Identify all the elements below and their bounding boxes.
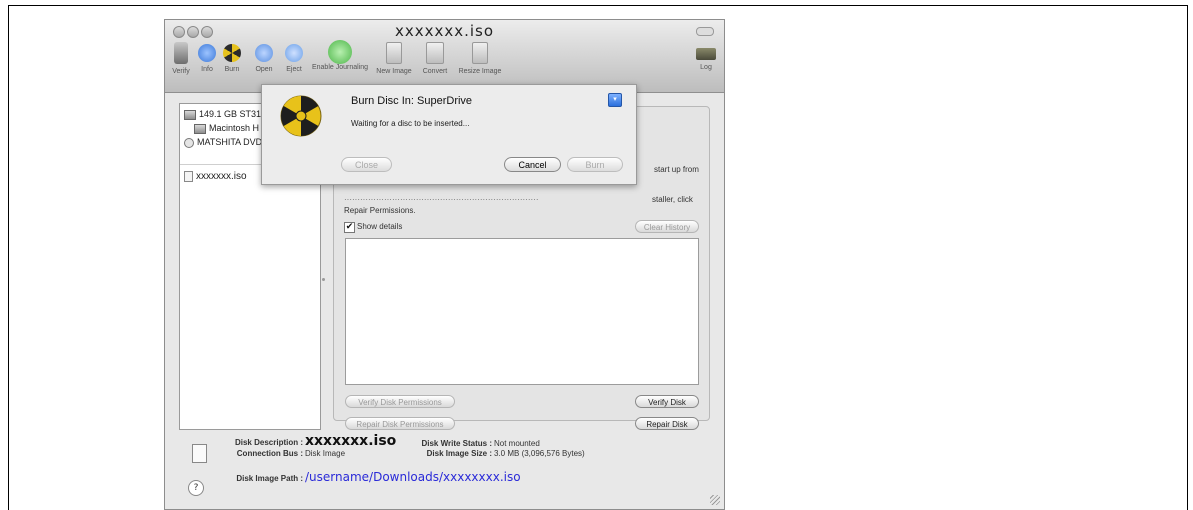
titlebar: xxxxxxx.iso Verify Info Burn Open Eject … bbox=[165, 20, 724, 93]
start-up-text: start up from bbox=[654, 165, 699, 174]
installer-text: staller, click bbox=[652, 195, 693, 204]
window-title: xxxxxxx.iso bbox=[394, 22, 495, 40]
toolbar-open-button[interactable]: Open bbox=[251, 42, 277, 73]
hard-drive-icon bbox=[184, 109, 196, 120]
cancel-button[interactable]: Cancel bbox=[504, 157, 561, 172]
toolbar-convert-button[interactable]: Convert bbox=[417, 42, 453, 75]
disk-write-status-value: Not mounted bbox=[494, 439, 540, 448]
toolbar-eject-button[interactable]: Eject bbox=[281, 42, 307, 73]
disk-info-footer: ? Disk Description : xxxxxxx.iso Connect… bbox=[164, 426, 725, 510]
sidebar-item-macintosh-hd[interactable]: Macintosh H bbox=[194, 123, 259, 134]
convert-icon bbox=[426, 42, 444, 64]
toolbar-log-button[interactable]: Log bbox=[694, 42, 718, 71]
toolbar-info-button[interactable]: Info bbox=[195, 42, 219, 73]
disk-image-path-value: /username/Downloads/xxxxxxxx.iso bbox=[305, 470, 521, 484]
burn-disc-title: Burn Disc In: SuperDrive bbox=[351, 95, 473, 107]
journaling-icon bbox=[328, 40, 352, 64]
disk-image-icon bbox=[184, 171, 193, 182]
disk-write-status-label: Disk Write Status : bbox=[421, 439, 492, 448]
connection-bus-label: Connection Bus : bbox=[236, 449, 303, 458]
close-button[interactable]: Close bbox=[341, 157, 392, 172]
eject-icon bbox=[285, 44, 303, 62]
disk-image-size-value: 3.0 MB (3,096,576 Bytes) bbox=[494, 449, 585, 458]
log-icon bbox=[696, 48, 716, 60]
toolbar-verify-button[interactable]: Verify bbox=[167, 42, 195, 75]
resize-image-icon bbox=[472, 42, 488, 64]
verify-disk-permissions-button[interactable]: Verify Disk Permissions bbox=[345, 395, 455, 408]
show-details-label: Show details bbox=[357, 222, 403, 231]
repair-permissions-text: Repair Permissions. bbox=[344, 206, 416, 215]
connection-bus-value: Disk Image bbox=[305, 449, 346, 458]
toolbar-burn-button[interactable]: Burn bbox=[220, 42, 244, 73]
clear-history-button[interactable]: Clear History bbox=[635, 220, 699, 233]
disk-image-path-label: Disk Image Path : bbox=[236, 474, 303, 483]
burn-hazard-icon bbox=[280, 95, 322, 137]
disk-description-label: Disk Description : bbox=[234, 438, 303, 447]
dvd-drive-icon bbox=[184, 137, 194, 148]
toolbar-resize-image-button[interactable]: Resize Image bbox=[455, 42, 505, 75]
volume-icon bbox=[194, 123, 206, 134]
toolbar-new-image-button[interactable]: New Image bbox=[373, 42, 415, 75]
burn-icon bbox=[223, 44, 241, 62]
toolbar-toggle-button[interactable] bbox=[696, 27, 714, 36]
burn-button[interactable]: Burn bbox=[567, 157, 623, 172]
toolbar-enable-journaling-button[interactable]: Enable Journaling bbox=[311, 40, 369, 71]
sidebar-item-disk-image[interactable]: xxxxxxx.iso bbox=[184, 171, 247, 182]
burn-status-text: Waiting for a disc to be inserted... bbox=[351, 119, 470, 128]
disk-description-value: xxxxxxx.iso bbox=[305, 433, 397, 449]
obscured-text: ········································… bbox=[344, 195, 539, 204]
open-icon bbox=[255, 44, 273, 62]
info-icon bbox=[198, 44, 216, 62]
sidebar-item-drive[interactable]: 149.1 GB ST316 bbox=[184, 109, 266, 120]
document-icon bbox=[192, 444, 207, 463]
drive-popup-button[interactable]: ▾ bbox=[608, 93, 622, 107]
disk-image-size-label: Disk Image Size : bbox=[426, 449, 492, 458]
help-button[interactable]: ? bbox=[188, 480, 204, 496]
split-view-handle[interactable] bbox=[322, 278, 325, 281]
new-image-icon bbox=[386, 42, 402, 64]
microscope-icon bbox=[174, 42, 188, 64]
details-log bbox=[345, 238, 699, 385]
show-details-checkbox[interactable]: ✔ bbox=[344, 222, 355, 233]
verify-disk-button[interactable]: Verify Disk bbox=[635, 395, 699, 408]
sidebar-item-dvd-drive[interactable]: MATSHITA DVD bbox=[184, 137, 262, 148]
burn-disc-sheet: Burn Disc In: SuperDrive ▾ Waiting for a… bbox=[261, 84, 637, 185]
